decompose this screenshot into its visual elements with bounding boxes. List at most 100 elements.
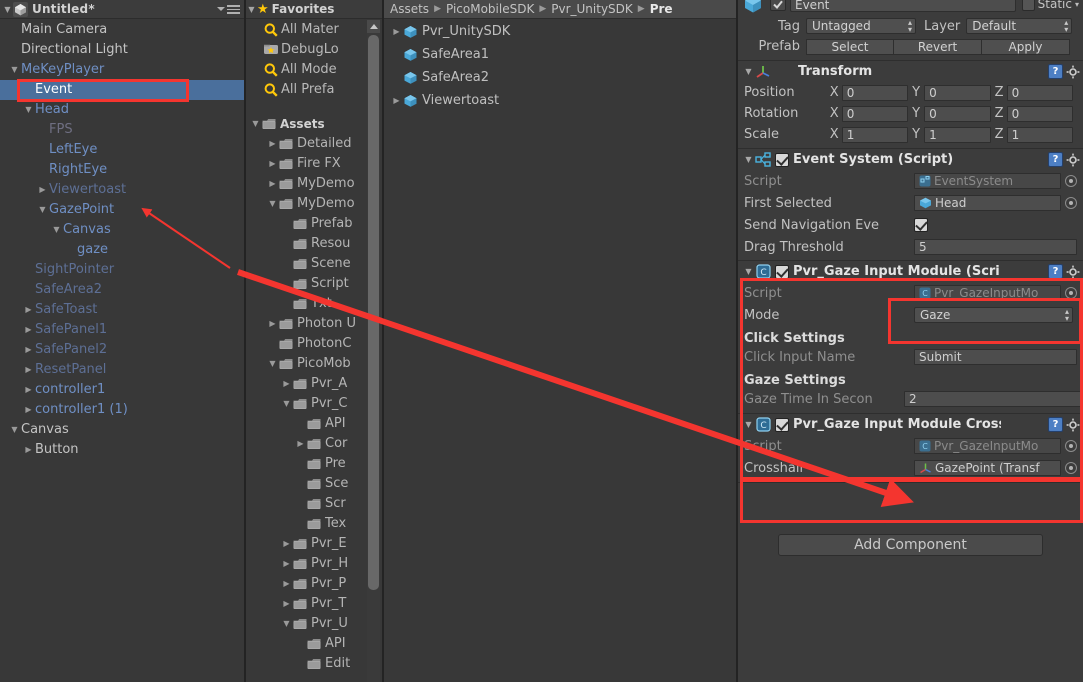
project-folder-item[interactable]: ▶ Pvr_P	[246, 574, 382, 594]
foldout-arrow-icon[interactable]: ▼	[742, 67, 755, 76]
asset-item[interactable]: SafeArea2	[384, 66, 736, 89]
gameobject-name-input[interactable]: Event	[790, 0, 1016, 12]
object-picker-icon[interactable]	[1065, 197, 1077, 209]
favorites-item[interactable]: DebugLo	[246, 40, 382, 60]
help-icon[interactable]: ?	[1048, 417, 1063, 432]
project-folder-item[interactable]: ▼ Pvr_U	[246, 614, 382, 634]
gaze-script-object-field[interactable]: C Pvr_GazeInputMo	[914, 285, 1061, 301]
transform-rotation-z-input[interactable]: 0	[1006, 105, 1074, 122]
gear-icon[interactable]	[1066, 265, 1080, 279]
hierarchy-item-canvas[interactable]: ▼ Canvas	[0, 220, 244, 240]
foldout-closed-icon[interactable]: ▶	[266, 154, 279, 174]
pvr-gaze-input-module-header[interactable]: ▼ C Pvr_Gaze Input Module (Scri ?	[738, 261, 1083, 282]
favorites-item[interactable]: All Prefa	[246, 80, 382, 100]
foldout-open-icon[interactable]: ▼	[249, 114, 262, 134]
hierarchy-options-menu[interactable]	[217, 3, 240, 16]
object-picker-icon[interactable]	[1065, 287, 1077, 299]
pvr-gaze-module-enabled-checkbox[interactable]	[775, 264, 789, 279]
foldout-closed-icon[interactable]: ▶	[22, 320, 35, 340]
scrollbar-thumb[interactable]	[368, 35, 379, 590]
project-folder-item[interactable]: ▶ Detailed	[246, 134, 382, 154]
send-navigation-events-checkbox[interactable]	[914, 218, 928, 232]
pvr-gaze-crosshair-module-header[interactable]: ▼ C Pvr_Gaze Input Module Cross ?	[738, 414, 1083, 435]
gaze-mode-dropdown[interactable]: Gaze ▴ ▾	[914, 307, 1073, 323]
foldout-arrow-icon[interactable]: ▼	[742, 420, 755, 429]
project-folder-item[interactable]: ▼ MyDemo	[246, 194, 382, 214]
hierarchy-item-safearea2[interactable]: SafeArea2	[0, 280, 244, 300]
asset-item[interactable]: ▶ Pvr_UnitySDK	[384, 20, 736, 43]
project-folder-item[interactable]: Sce	[246, 474, 382, 494]
object-picker-icon[interactable]	[1065, 462, 1077, 474]
favorites-item[interactable]: All Mode	[246, 60, 382, 80]
hierarchy-item-fps[interactable]: FPS	[0, 120, 244, 140]
component-tools[interactable]: ?	[1048, 264, 1080, 279]
foldout-arrow-icon[interactable]: ▼	[742, 155, 755, 164]
gaze-time-input[interactable]: 2	[904, 391, 1083, 407]
transform-position-x-input[interactable]: 0	[841, 84, 909, 101]
tag-dropdown[interactable]: Untagged ▴ ▾	[806, 18, 916, 34]
project-folder-item[interactable]: ▶ Pvr_E	[246, 534, 382, 554]
script-object-field[interactable]: EventSystem	[914, 173, 1061, 189]
asset-item[interactable]: SafeArea1	[384, 43, 736, 66]
object-picker-icon[interactable]	[1065, 175, 1077, 187]
layer-dropdown[interactable]: Default ▴ ▾	[966, 18, 1073, 34]
foldout-closed-icon[interactable]: ▶	[22, 360, 35, 380]
help-icon[interactable]: ?	[1048, 264, 1063, 279]
transform-scale-x-input[interactable]: 1	[841, 126, 909, 143]
foldout-open-icon[interactable]: ▼	[266, 354, 279, 374]
project-folder-item[interactable]: Script	[246, 274, 382, 294]
breadcrumb-item[interactable]: Pvr_UnitySDK	[551, 2, 633, 16]
prefab-apply-button[interactable]: Apply	[982, 38, 1070, 55]
static-checkbox[interactable]	[1021, 0, 1035, 11]
breadcrumb-item[interactable]: Assets	[390, 2, 429, 16]
transform-rotation-x-input[interactable]: 0	[841, 105, 909, 122]
gear-icon[interactable]	[1066, 153, 1080, 167]
foldout-arrow-icon[interactable]: ▼	[742, 267, 755, 276]
foldout-open-icon[interactable]: ▼	[50, 220, 63, 240]
prefab-revert-button[interactable]: Revert	[894, 38, 982, 55]
foldout-closed-icon[interactable]: ▶	[280, 374, 293, 394]
project-folder-item[interactable]: ▶ Cor	[246, 434, 382, 454]
foldout-open-icon[interactable]: ▼	[8, 60, 21, 80]
gear-icon[interactable]	[1066, 65, 1080, 79]
gameobject-active-checkbox[interactable]	[770, 0, 786, 11]
transform-scale-z-input[interactable]: 1	[1006, 126, 1074, 143]
hierarchy-item-mekeyplayer[interactable]: ▼ MeKeyPlayer	[0, 60, 244, 80]
foldout-closed-icon[interactable]: ▶	[266, 314, 279, 334]
foldout-closed-icon[interactable]: ▶	[266, 174, 279, 194]
project-folder-item[interactable]: ▶ Pvr_A	[246, 374, 382, 394]
project-folder-item[interactable]: ▶ Photon U	[246, 314, 382, 334]
component-tools[interactable]: ?	[1048, 152, 1080, 167]
crosshair-module-enabled-checkbox[interactable]	[775, 417, 789, 432]
event-system-component-header[interactable]: ▼ Event System (Script) ?	[738, 149, 1083, 170]
foldout-closed-icon[interactable]: ▶	[266, 134, 279, 154]
add-component-button[interactable]: Add Component	[778, 534, 1043, 556]
asset-item[interactable]: ▶ Viewertoast	[384, 89, 736, 112]
favorites-foldout-icon[interactable]: ▼	[246, 0, 257, 19]
hierarchy-item-button[interactable]: ▶ Button	[0, 440, 244, 460]
project-folder-item[interactable]: ▼ Pvr_C	[246, 394, 382, 414]
project-folder-item[interactable]: API	[246, 634, 382, 654]
prefab-select-button[interactable]: Select	[806, 38, 894, 55]
project-folder-item[interactable]: Scene	[246, 254, 382, 274]
first-selected-object-field[interactable]: Head	[914, 195, 1061, 211]
foldout-closed-icon[interactable]: ▶	[390, 91, 403, 111]
component-tools[interactable]: ?	[1048, 417, 1080, 432]
project-folder-item[interactable]: ▶ Pvr_H	[246, 554, 382, 574]
foldout-closed-icon[interactable]: ▶	[22, 400, 35, 420]
hierarchy-item-main-camera[interactable]: Main Camera	[0, 20, 244, 40]
project-folder-item[interactable]: Prefab	[246, 214, 382, 234]
hierarchy-item-viewertoast[interactable]: ▶ Viewertoast	[0, 180, 244, 200]
hierarchy-item-resetpanel[interactable]: ▶ ResetPanel	[0, 360, 244, 380]
foldout-open-icon[interactable]: ▼	[22, 100, 35, 120]
click-input-name-input[interactable]: Submit	[914, 349, 1077, 365]
foldout-open-icon[interactable]: ▼	[280, 394, 293, 414]
drag-threshold-input[interactable]: 5	[914, 239, 1077, 255]
project-folder-item[interactable]: ▶ Pvr_T	[246, 594, 382, 614]
project-folder-item[interactable]: API	[246, 414, 382, 434]
project-folder-item[interactable]: ▶ MyDemo	[246, 174, 382, 194]
foldout-closed-icon[interactable]: ▶	[390, 22, 403, 42]
crosshair-object-field[interactable]: GazePoint (Transf	[914, 460, 1061, 476]
project-folder-item[interactable]: Resou	[246, 234, 382, 254]
hierarchy-item-safepanel1[interactable]: ▶ SafePanel1	[0, 320, 244, 340]
